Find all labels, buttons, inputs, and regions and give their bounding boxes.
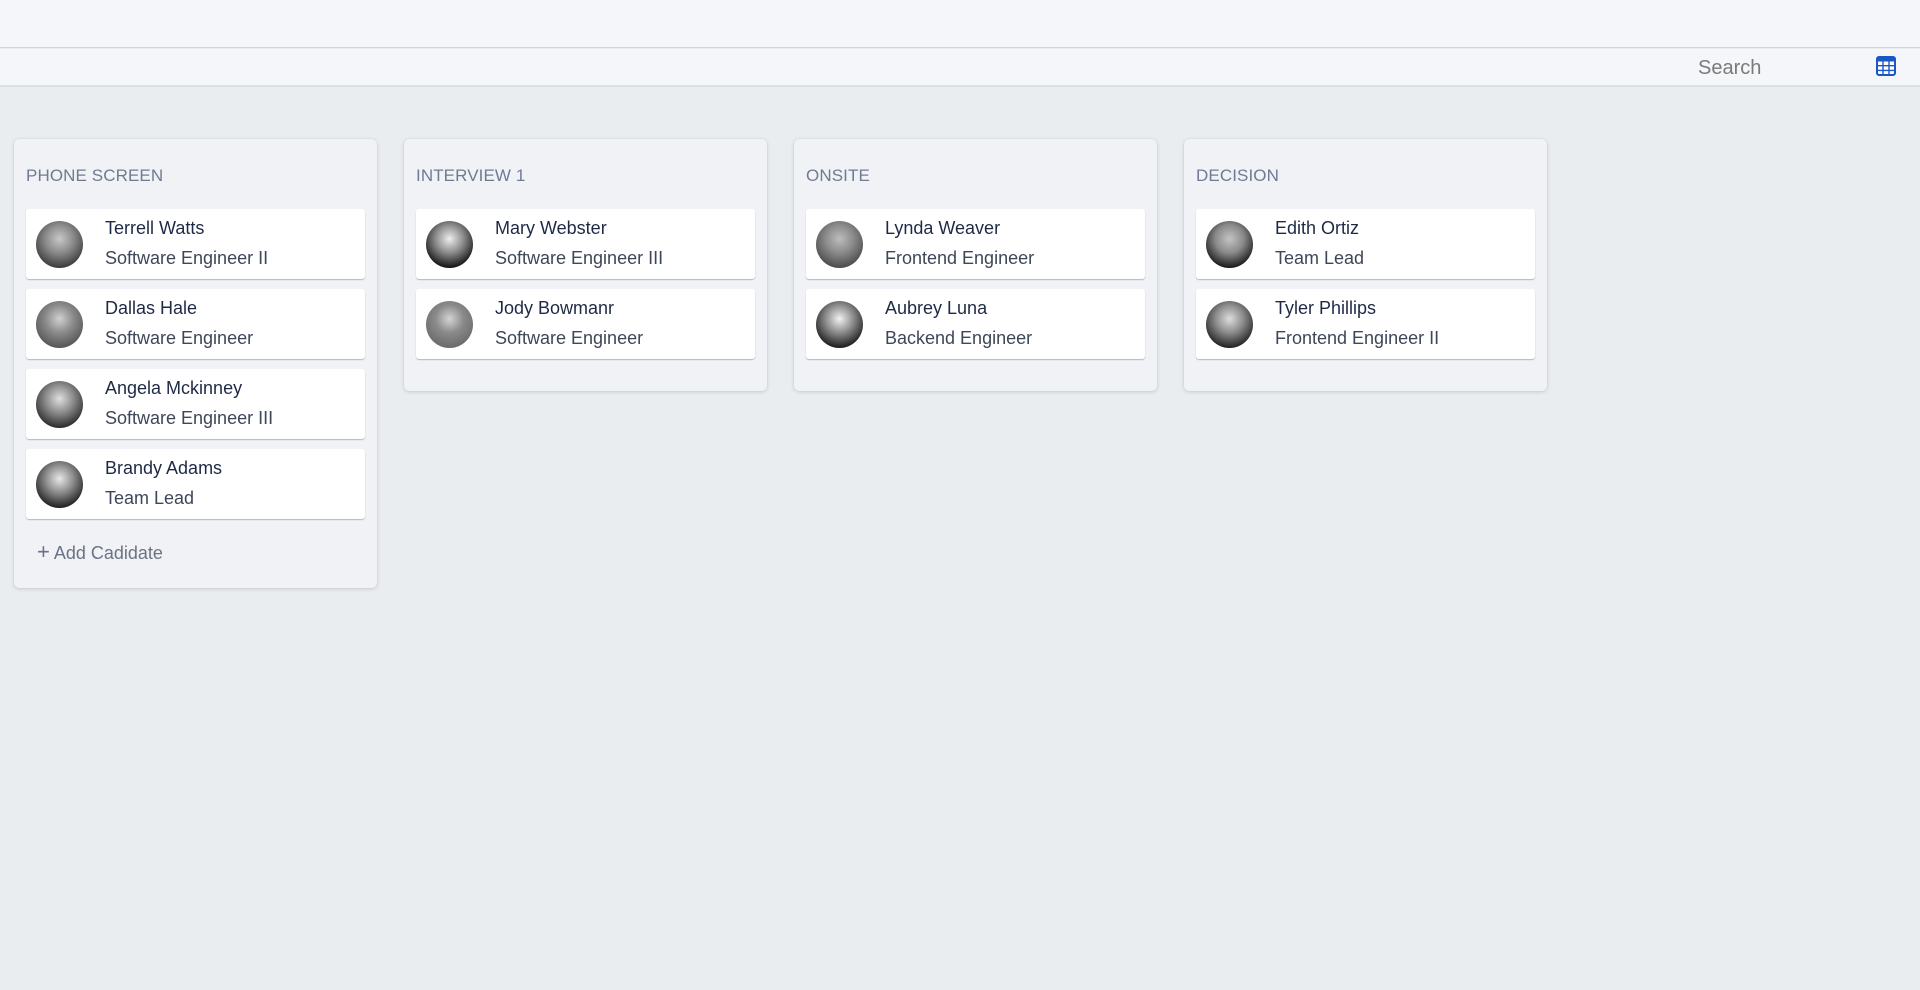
column-decision: DECISION Edith Ortiz Team Lead Tyler Phi… bbox=[1184, 139, 1547, 391]
kanban-board: PHONE SCREEN Terrell Watts Software Engi… bbox=[14, 139, 1547, 588]
avatar bbox=[36, 460, 83, 508]
avatar bbox=[816, 220, 863, 268]
candidate-role: Software Engineer II bbox=[105, 248, 269, 268]
candidate-card[interactable]: Terrell Watts Software Engineer II bbox=[26, 209, 365, 279]
column-title: ONSITE bbox=[806, 166, 870, 185]
candidate-card[interactable]: Brandy Adams Team Lead bbox=[26, 449, 365, 519]
candidate-name: Tyler Phillips bbox=[1275, 298, 1377, 318]
avatar bbox=[36, 220, 83, 268]
candidate-name: Lynda Weaver bbox=[885, 218, 1001, 238]
app-header bbox=[0, 0, 1920, 48]
avatar bbox=[426, 300, 473, 348]
avatar bbox=[1206, 300, 1253, 348]
column-title: INTERVIEW 1 bbox=[416, 166, 526, 185]
column-onsite: ONSITE Lynda Weaver Frontend Engineer Au… bbox=[794, 139, 1157, 391]
candidate-name: Dallas Hale bbox=[105, 298, 198, 318]
search-input[interactable] bbox=[1698, 54, 1848, 82]
table-grid-icon[interactable] bbox=[1876, 56, 1896, 76]
column-title: DECISION bbox=[1196, 166, 1279, 185]
candidate-name: Jody Bowmanr bbox=[495, 298, 615, 318]
candidate-card[interactable]: Edith Ortiz Team Lead bbox=[1196, 209, 1535, 279]
candidate-role: Frontend Engineer II bbox=[1275, 328, 1440, 348]
candidate-name: Terrell Watts bbox=[105, 218, 205, 238]
column-title: PHONE SCREEN bbox=[26, 166, 164, 185]
avatar bbox=[36, 300, 83, 348]
candidate-card[interactable]: Tyler Phillips Frontend Engineer II bbox=[1196, 289, 1535, 359]
candidate-role: Team Lead bbox=[105, 488, 195, 508]
candidate-name: Brandy Adams bbox=[105, 458, 223, 478]
candidate-role: Backend Engineer bbox=[885, 328, 1033, 348]
candidate-name: Aubrey Luna bbox=[885, 298, 988, 318]
add-candidate-button[interactable]: + Add Cadidate bbox=[37, 538, 163, 564]
candidate-card[interactable]: Jody Bowmanr Software Engineer bbox=[416, 289, 755, 359]
candidate-role: Team Lead bbox=[1275, 248, 1365, 268]
toolbar bbox=[0, 49, 1920, 87]
column-phone-screen: PHONE SCREEN Terrell Watts Software Engi… bbox=[14, 139, 377, 588]
candidate-role: Software Engineer III bbox=[495, 248, 664, 268]
plus-icon: + bbox=[37, 538, 50, 564]
add-candidate-label: Add Cadidate bbox=[53, 543, 163, 563]
candidate-card[interactable]: Mary Webster Software Engineer III bbox=[416, 209, 755, 279]
column-interview-1: INTERVIEW 1 Mary Webster Software Engine… bbox=[404, 139, 767, 391]
candidate-role: Frontend Engineer bbox=[885, 248, 1035, 268]
candidate-name: Edith Ortiz bbox=[1275, 218, 1360, 238]
candidate-role: Software Engineer III bbox=[105, 408, 274, 428]
avatar bbox=[426, 220, 473, 268]
candidate-name: Mary Webster bbox=[495, 218, 607, 238]
avatar bbox=[816, 300, 863, 348]
candidate-name: Angela Mckinney bbox=[105, 378, 243, 398]
avatar bbox=[36, 380, 83, 428]
candidate-card[interactable]: Angela Mckinney Software Engineer III bbox=[26, 369, 365, 439]
candidate-card[interactable]: Lynda Weaver Frontend Engineer bbox=[806, 209, 1145, 279]
candidate-role: Software Engineer bbox=[495, 328, 644, 348]
candidate-card[interactable]: Dallas Hale Software Engineer bbox=[26, 289, 365, 359]
candidate-role: Software Engineer bbox=[105, 328, 254, 348]
candidate-card[interactable]: Aubrey Luna Backend Engineer bbox=[806, 289, 1145, 359]
avatar bbox=[1206, 220, 1253, 268]
